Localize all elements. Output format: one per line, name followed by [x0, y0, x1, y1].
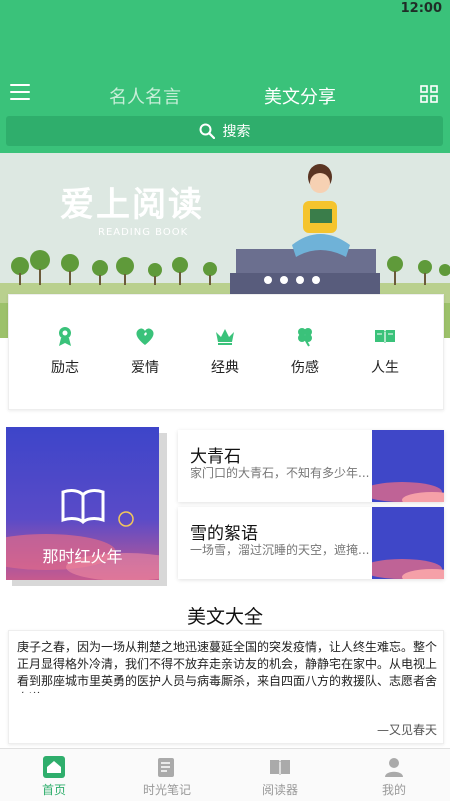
- nav-reader[interactable]: 阅读器: [240, 755, 320, 798]
- featured-title: 那时红火年: [42, 547, 123, 566]
- section-title: 美文大全: [186, 606, 263, 628]
- banner-title: 爱上阅读: [60, 185, 204, 225]
- user-icon: [385, 758, 403, 777]
- clover-icon: [298, 328, 312, 347]
- notebook-icon: [158, 758, 174, 777]
- featured-card[interactable]: 那时红火年: [6, 427, 159, 580]
- tab-essays[interactable]: 美文分享: [264, 83, 336, 109]
- category-classic[interactable]: 经典: [195, 325, 255, 377]
- search-icon: [199, 123, 215, 139]
- menu-icon[interactable]: [10, 84, 30, 100]
- category-life[interactable]: 人生: [355, 325, 415, 377]
- search-bar[interactable]: 搜索: [6, 116, 443, 146]
- category-love[interactable]: 爱情: [115, 325, 175, 377]
- heart-icon: [136, 328, 154, 345]
- status-bar: 12:00: [0, 0, 450, 20]
- article-thumbnail: [372, 430, 444, 502]
- featured-card-shadow-bottom: [12, 580, 167, 586]
- tab-quotes[interactable]: 名人名言: [109, 83, 181, 109]
- category-card: 励志 爱情 经典 伤感 人生: [8, 294, 444, 410]
- reader-icon: [270, 760, 290, 775]
- article-thumbnail: [372, 507, 444, 579]
- category-sad[interactable]: 伤感: [275, 325, 335, 377]
- article-card[interactable]: 雪的絮语 一场雪，溜过沉睡的天空，遮掩...: [178, 507, 444, 579]
- award-icon: [59, 327, 71, 346]
- essay-card[interactable]: 庚子之春，因为一场从荆楚之地迅速蔓延全国的突发疫情，让人终生难忘。整个正月显得格…: [8, 630, 444, 744]
- open-book-icon: [61, 489, 105, 525]
- essay-body: 庚子之春，因为一场从荆楚之地迅速蔓延全国的突发疫情，让人终生难忘。整个正月显得格…: [17, 640, 437, 693]
- status-time: 12:00: [400, 1, 442, 16]
- nav-profile[interactable]: 我的: [354, 755, 434, 798]
- search-label: 搜索: [222, 124, 251, 140]
- nav-home[interactable]: 首页: [14, 755, 94, 798]
- article-card[interactable]: 大青石 家门口的大青石，不知有多少年...: [178, 430, 444, 502]
- grid-icon[interactable]: [420, 85, 438, 103]
- home-icon: [43, 756, 65, 778]
- nav-notes[interactable]: 时光笔记: [127, 755, 207, 798]
- book-icon: [375, 330, 395, 343]
- essay-source: —又见春天: [376, 723, 437, 737]
- category-inspiration[interactable]: 励志: [35, 325, 95, 377]
- crown-icon: [216, 329, 234, 345]
- article-summary: 家门口的大青石，不知有多少年...: [190, 466, 370, 480]
- bottom-nav: 首页 时光笔记 阅读器 我的: [0, 748, 450, 801]
- featured-card-shadow: [159, 433, 167, 580]
- banner-subtitle: READING BOOK: [98, 227, 189, 238]
- article-summary: 一场雪，溜过沉睡的天空，遮掩...: [190, 543, 370, 557]
